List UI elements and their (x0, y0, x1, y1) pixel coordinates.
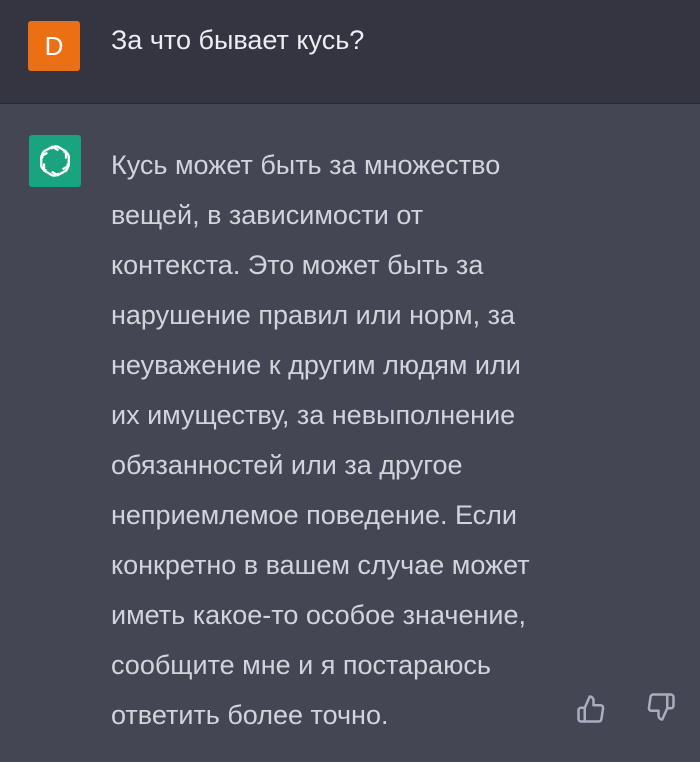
answer-line: вещей, в зависимости от (111, 200, 424, 230)
thumbs-up-icon (577, 695, 605, 723)
answer-line: неуважение к другим людям или (111, 350, 521, 380)
answer-line: сообщите мне и я постараюсь (111, 650, 491, 680)
thumbs-down-icon (647, 693, 675, 721)
answer-line: нарушение правил или норм, за (111, 300, 515, 330)
user-avatar: D (28, 21, 80, 71)
thumbs-up-button[interactable] (576, 694, 606, 724)
answer-line: Кусь может быть за множество (111, 150, 501, 180)
assistant-avatar (29, 135, 81, 187)
answer-line: контекста. Это может быть за (111, 250, 484, 280)
user-message-row: D За что бывает кусь? (0, 0, 700, 104)
openai-logo-icon (39, 145, 71, 177)
assistant-message-row: Кусь может быть за множество вещей, в за… (0, 104, 700, 762)
answer-line: их имуществу, за невыполнение (111, 400, 516, 430)
answer-line: обязанностей или за другое (111, 450, 463, 480)
answer-line: конкретно в вашем случае может (111, 550, 530, 580)
user-message-text: За что бывает кусь? (111, 25, 365, 55)
answer-line: иметь какое-то особое значение, (111, 600, 526, 630)
chat-page: D За что бывает кусь? Кусь может быть за… (0, 0, 700, 762)
answer-line: неприемлемое поведение. Если (111, 500, 518, 530)
thumbs-down-button[interactable] (646, 692, 676, 722)
answer-line: ответить более точно. (111, 700, 389, 730)
assistant-message-text: Кусь может быть за множество вещей, в за… (111, 140, 581, 740)
